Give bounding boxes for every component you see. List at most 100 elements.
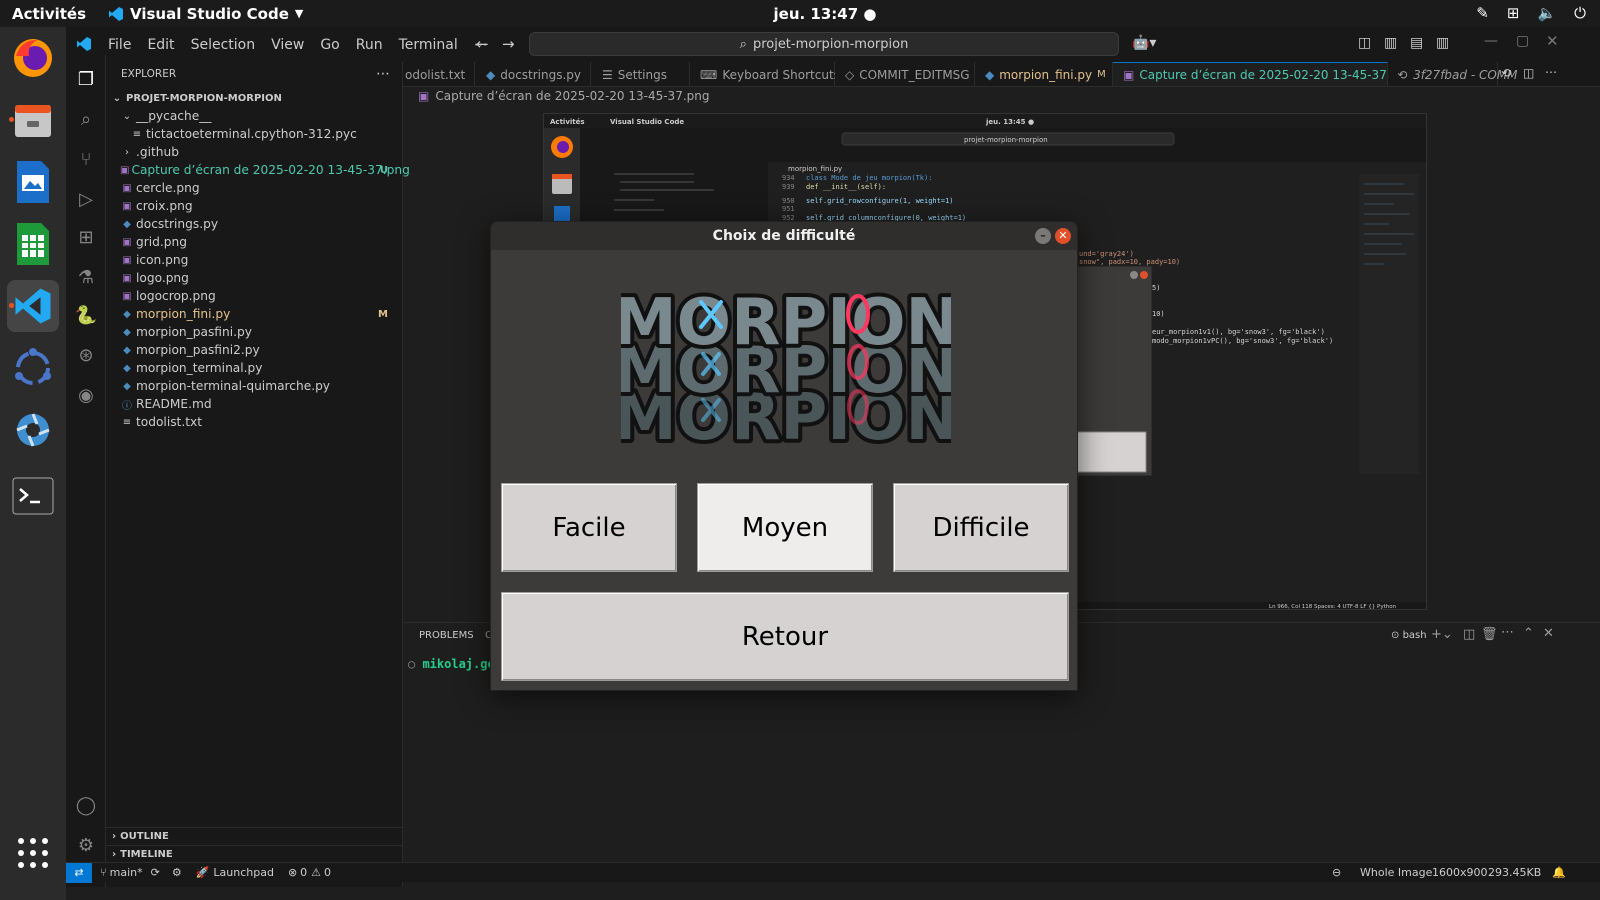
forward-arrow-icon[interactable]: → xyxy=(502,35,515,53)
trash-icon[interactable]: 🗑 xyxy=(1481,627,1498,642)
open-changes-icon[interactable]: ⟲ xyxy=(1501,66,1511,80)
ubuntu-launcher[interactable] xyxy=(7,342,59,394)
extensions-icon[interactable]: ⊞ xyxy=(72,223,100,251)
error-count[interactable]: 0 xyxy=(300,866,307,879)
gear-icon[interactable]: ⚙ xyxy=(72,831,100,859)
git-branch[interactable]: main* xyxy=(110,866,143,879)
files-launcher[interactable] xyxy=(7,94,59,146)
copilot-icon[interactable]: 🤖▾ xyxy=(1132,35,1156,51)
file-tree-item[interactable]: ◆ docstrings.py xyxy=(106,215,402,233)
vscode-launcher[interactable] xyxy=(7,280,59,332)
writer-launcher[interactable] xyxy=(7,156,59,208)
zoom-level[interactable]: Whole Image xyxy=(1360,866,1432,879)
run-debug-icon[interactable]: ▷ xyxy=(72,185,100,213)
git-graph-icon[interactable]: ⊛ xyxy=(72,341,100,369)
file-tree-item[interactable]: ▣ cercle.png xyxy=(106,179,402,197)
timeline-section[interactable]: › TIMELINE xyxy=(106,845,402,863)
app-menu[interactable]: Visual Studio Code ▼ xyxy=(108,5,303,23)
tab-docstrings[interactable]: ◆ docstrings.py xyxy=(476,62,591,86)
tab-keyboard-shortcuts[interactable]: ⌨ Keyboard Shortcuts xyxy=(690,62,840,86)
debug-icon[interactable]: ⚙ xyxy=(172,866,182,879)
testing-icon[interactable]: ⚗ xyxy=(72,263,100,291)
warning-count[interactable]: 0 xyxy=(324,866,331,879)
source-control-icon[interactable]: ⑂ xyxy=(72,145,100,173)
file-tree-item[interactable]: › .github xyxy=(106,143,402,161)
more-actions-icon[interactable]: ⋯ xyxy=(376,66,390,82)
terminal-launcher[interactable] xyxy=(7,470,59,522)
volume-icon[interactable]: 🔈 xyxy=(1537,4,1556,22)
remote-explorer-icon[interactable]: ◉ xyxy=(72,381,100,409)
menu-go[interactable]: Go xyxy=(320,37,339,53)
network-icon[interactable]: ⊞ xyxy=(1507,4,1520,22)
tab-capture-png[interactable]: ▣ Capture d’écran de 2025-02-20 13-45-37.… xyxy=(1113,62,1441,86)
new-terminal-icon[interactable]: +⌄ xyxy=(1431,627,1453,642)
file-tree-item[interactable]: ◆ morpion-terminal-quimarche.py xyxy=(106,377,402,395)
menu-terminal[interactable]: Terminal xyxy=(399,37,458,53)
launchpad[interactable]: Launchpad xyxy=(213,866,274,879)
account-icon[interactable]: ◯ xyxy=(72,791,100,819)
file-tree-item[interactable]: ⌄ __pycache__ xyxy=(106,107,402,125)
file-tree-item[interactable]: ◆ morpion_pasfini.py xyxy=(106,323,402,341)
breadcrumb-file[interactable]: Capture d’écran de 2025-02-20 13-45-37.p… xyxy=(435,89,709,103)
tab-todolist[interactable]: odolist.txt xyxy=(403,62,475,86)
menu-edit[interactable]: Edit xyxy=(147,37,174,53)
layout-customize-icon[interactable]: ◫ xyxy=(1358,35,1371,51)
tab-commit-diff[interactable]: ⟲ 3f27fbad - COMM xyxy=(1388,62,1518,86)
back-button[interactable]: Retour xyxy=(501,592,1069,681)
file-tree-item[interactable]: ◆ morpion_fini.py M xyxy=(106,305,402,323)
menu-view[interactable]: View xyxy=(271,37,304,53)
back-arrow-icon[interactable]: ← xyxy=(476,35,489,53)
show-apps-button[interactable] xyxy=(7,827,59,879)
toggle-panel-icon[interactable]: ▤ xyxy=(1410,35,1423,51)
medium-button[interactable]: Moyen xyxy=(697,483,873,572)
python-icon[interactable]: 🐍 xyxy=(72,301,100,329)
system-tray[interactable]: ✎ ⊞ 🔈 ⏻ xyxy=(1476,4,1586,22)
file-tree-item[interactable]: ◆ morpion_terminal.py xyxy=(106,359,402,377)
toggle-secondary-sidebar-icon[interactable]: ▥ xyxy=(1436,35,1449,51)
file-tree-item[interactable]: ≡ tictactoeterminal.cpython-312.pyc xyxy=(106,125,402,143)
more-actions-icon[interactable]: ⋯ xyxy=(1501,625,1514,640)
shutter-launcher[interactable] xyxy=(7,404,59,456)
hard-button[interactable]: Difficile xyxy=(893,483,1069,572)
power-icon[interactable]: ⏻ xyxy=(1574,4,1586,22)
split-editor-icon[interactable]: ◫ xyxy=(1523,66,1534,80)
file-tree-item[interactable]: ▣ logocrop.png xyxy=(106,287,402,305)
more-actions-icon[interactable]: ⋯ xyxy=(1545,65,1557,79)
file-tree-item[interactable]: ▣ Capture d’écran de 2025-02-20 13-45-37.… xyxy=(106,161,410,179)
tab-settings[interactable]: ☰ Settings xyxy=(592,62,690,86)
notifications-icon[interactable]: 🔔 xyxy=(1552,866,1566,879)
file-tree-item[interactable]: ▣ icon.png xyxy=(106,251,402,269)
file-tree-item[interactable]: ▣ croix.png xyxy=(106,197,402,215)
minimize-icon[interactable]: – xyxy=(1035,228,1051,244)
outline-section[interactable]: › OUTLINE xyxy=(106,827,402,845)
activities-button[interactable]: Activités xyxy=(12,5,86,23)
sync-icon[interactable]: ⟳ xyxy=(151,866,160,879)
firefox-launcher[interactable] xyxy=(7,32,59,84)
workspace-root[interactable]: ⌄ PROJET-MORPION-MORPION xyxy=(106,89,402,107)
menu-selection[interactable]: Selection xyxy=(191,37,256,53)
search-view-icon[interactable]: ⌕ xyxy=(72,105,100,133)
explorer-icon[interactable]: ❐ xyxy=(72,65,100,93)
calc-launcher[interactable] xyxy=(7,218,59,270)
terminal-instance[interactable]: ⊙ bash xyxy=(1391,630,1427,641)
close-icon[interactable]: ✕ xyxy=(1055,228,1071,244)
tab-commit-editmsg[interactable]: ◇ COMMIT_EDITMSG xyxy=(835,62,975,86)
file-tree-item[interactable]: ▣ logo.png xyxy=(106,269,402,287)
close-window-icon[interactable]: ✕ xyxy=(1546,32,1559,50)
menu-file[interactable]: File xyxy=(108,37,131,53)
file-tree-item[interactable]: ◆ morpion_pasfini2.py xyxy=(106,341,402,359)
file-tree-item[interactable]: ▣ grid.png xyxy=(106,233,402,251)
easy-button[interactable]: Facile xyxy=(501,483,677,572)
pencil-icon[interactable]: ✎ xyxy=(1476,4,1489,22)
menu-run[interactable]: Run xyxy=(356,37,383,53)
command-center-search[interactable]: ⌕ projet-morpion-morpion xyxy=(529,32,1119,56)
problems-tab[interactable]: PROBLEMS xyxy=(419,630,474,641)
zoom-icon[interactable]: ⊖ xyxy=(1332,866,1341,879)
tab-morpion-fini[interactable]: ◆ morpion_fini.py M xyxy=(975,62,1113,86)
remote-indicator-icon[interactable]: ⇄ xyxy=(66,862,92,883)
maximize-icon[interactable]: ▢ xyxy=(1516,33,1529,49)
file-tree-item[interactable]: ⓘ README.md xyxy=(106,395,402,413)
file-tree-item[interactable]: ≡ todolist.txt xyxy=(106,413,402,431)
maximize-panel-icon[interactable]: ⌃ xyxy=(1523,626,1534,641)
terminal-prompt[interactable]: ○ mikolaj.ge xyxy=(408,657,495,671)
